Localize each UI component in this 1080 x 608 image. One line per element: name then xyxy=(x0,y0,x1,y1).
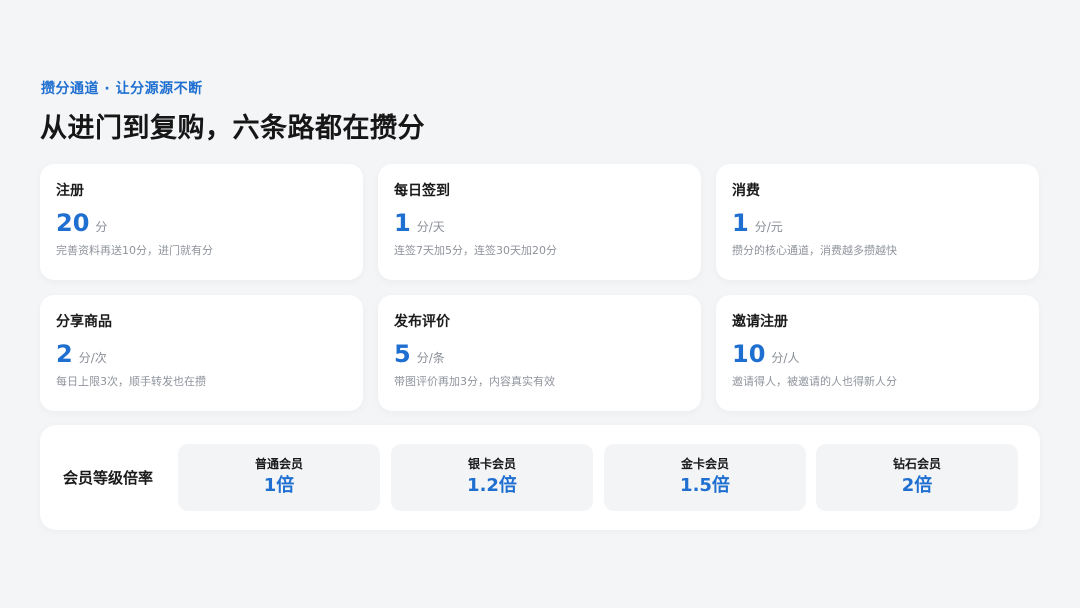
page-title: 从进门到复购，六条路都在攒分 xyxy=(40,113,425,144)
tier-gold: 金卡会员 1.5倍 xyxy=(604,444,806,511)
points-value: 1 xyxy=(732,209,749,237)
section-eyebrow: 攒分通道 · 让分源源不断 xyxy=(41,81,203,97)
tier-multiplier: 1.5倍 xyxy=(680,475,730,496)
points-unit: 分/元 xyxy=(754,220,783,234)
tier-silver: 银卡会员 1.2倍 xyxy=(391,444,593,511)
card-daily-checkin: 每日签到 1 分/天 连签7天加5分，连签30天加20分 xyxy=(378,164,701,280)
points-unit: 分/人 xyxy=(771,351,800,365)
points-unit: 分/天 xyxy=(416,220,445,234)
points-value: 10 xyxy=(732,340,766,368)
tier-multiplier: 1倍 xyxy=(263,475,295,496)
card-description: 攒分的核心通道，消费越多攒越快 xyxy=(732,244,897,257)
slide: 攒分通道 · 让分源源不断 从进门到复购，六条路都在攒分 注册 20 分 完善资… xyxy=(0,0,1080,608)
card-value-row: 1 分/元 xyxy=(732,209,1023,239)
tier-name: 普通会员 xyxy=(254,457,303,471)
tier-multiplier: 2倍 xyxy=(901,475,933,496)
card-description: 每日上限3次，顺手转发也在攒 xyxy=(56,375,206,388)
card-description: 完善资料再送10分，进门就有分 xyxy=(56,244,213,257)
card-post-review: 发布评价 5 分/条 带图评价再加3分，内容真实有效 xyxy=(378,295,701,411)
card-invite-register: 邀请注册 10 分/人 邀请得人，被邀请的人也得新人分 xyxy=(716,295,1039,411)
points-value: 2 xyxy=(56,340,73,368)
card-value-row: 2 分/次 xyxy=(56,340,347,370)
card-description: 带图评价再加3分，内容真实有效 xyxy=(394,375,555,388)
points-unit: 分 xyxy=(95,220,108,234)
card-title: 消费 xyxy=(732,183,760,199)
card-title: 注册 xyxy=(56,183,84,199)
tier-multiplier-panel: 会员等级倍率 普通会员 1倍 银卡会员 1.2倍 金卡会员 1.5倍 钻石会员 … xyxy=(40,425,1040,530)
card-title: 邀请注册 xyxy=(732,314,788,330)
card-description: 邀请得人，被邀请的人也得新人分 xyxy=(732,375,897,388)
card-value-row: 10 分/人 xyxy=(732,340,1023,370)
points-value: 1 xyxy=(394,209,411,237)
tier-name: 钻石会员 xyxy=(892,457,941,471)
points-unit: 分/次 xyxy=(78,351,107,365)
card-value-row: 1 分/天 xyxy=(394,209,685,239)
card-register: 注册 20 分 完善资料再送10分，进门就有分 xyxy=(40,164,363,280)
points-value: 5 xyxy=(394,340,411,368)
tier-diamond: 钻石会员 2倍 xyxy=(816,444,1018,511)
card-description: 连签7天加5分，连签30天加20分 xyxy=(394,244,557,257)
tier-name: 金卡会员 xyxy=(680,457,729,471)
card-share-product: 分享商品 2 分/次 每日上限3次，顺手转发也在攒 xyxy=(40,295,363,411)
card-title: 发布评价 xyxy=(394,314,450,330)
points-unit: 分/条 xyxy=(416,351,445,365)
card-value-row: 20 分 xyxy=(56,209,347,239)
tier-regular: 普通会员 1倍 xyxy=(178,444,380,511)
points-value: 20 xyxy=(56,209,90,237)
card-purchase: 消费 1 分/元 攒分的核心通道，消费越多攒越快 xyxy=(716,164,1039,280)
tier-name: 银卡会员 xyxy=(467,457,516,471)
card-title: 每日签到 xyxy=(394,183,450,199)
tier-multiplier: 1.2倍 xyxy=(467,475,517,496)
tier-panel-label: 会员等级倍率 xyxy=(63,469,154,487)
card-title: 分享商品 xyxy=(56,314,112,330)
card-value-row: 5 分/条 xyxy=(394,340,685,370)
